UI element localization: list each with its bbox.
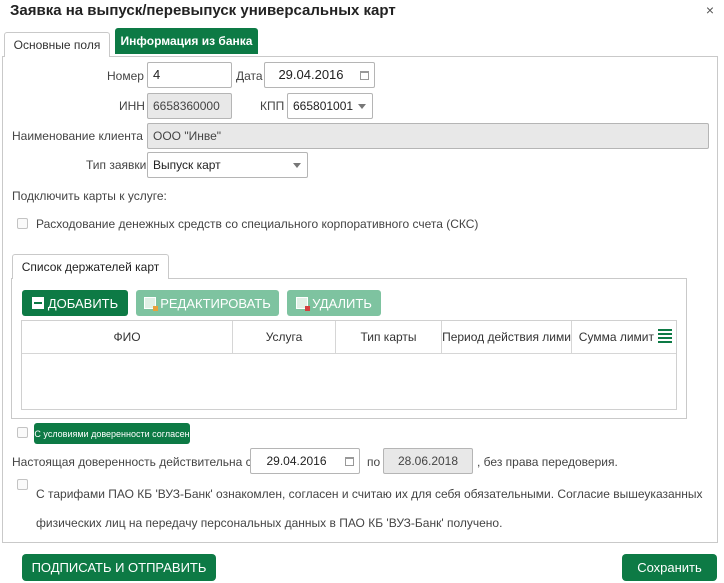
sign-and-send-button[interactable]: ПОДПИСАТЬ И ОТПРАВИТЬ <box>22 554 216 581</box>
tab-bank-info[interactable]: Информация из банка <box>115 28 258 54</box>
delete-button[interactable]: УДАЛИТЬ <box>287 290 381 316</box>
delete-icon <box>296 297 311 311</box>
tariffs-text-line2: физических лиц на передачу персональных … <box>36 516 503 530</box>
conditions-agree-button[interactable]: С условиями доверенности согласен <box>34 423 190 444</box>
kpp-value: 665801001 <box>293 99 354 113</box>
attorney-suffix: , без права передоверия. <box>477 455 618 469</box>
close-icon[interactable]: × <box>703 2 717 18</box>
column-header-limit-sum[interactable]: Сумма лимит <box>572 321 654 353</box>
column-menu-icon[interactable] <box>658 329 672 343</box>
tab-main-fields[interactable]: Основные поля <box>4 32 110 57</box>
conditions-checkbox[interactable] <box>17 427 28 438</box>
holders-table: ФИО Услуга Тип карты Период действия лим… <box>21 320 677 410</box>
column-header-fio[interactable]: ФИО <box>22 321 233 353</box>
inn-label: ИНН <box>119 99 145 113</box>
inn-input: 6658360000 <box>147 93 232 119</box>
date-value: 29.04.2016 <box>278 67 344 82</box>
kpp-select[interactable]: 665801001 <box>287 93 373 119</box>
number-label: Номер <box>107 69 144 83</box>
date-input[interactable]: 29.04.2016 <box>264 62 375 88</box>
edit-icon <box>144 297 159 311</box>
tariffs-checkbox[interactable] <box>17 479 28 490</box>
column-header-service[interactable]: Услуга <box>233 321 336 353</box>
number-input[interactable]: 4 <box>147 62 232 88</box>
connect-label: Подключить карты к услуге: <box>12 189 167 203</box>
client-label: Наименование клиента <box>12 129 143 143</box>
calendar-icon[interactable] <box>354 63 374 87</box>
edit-button[interactable]: РЕДАКТИРОВАТЬ <box>136 290 279 316</box>
column-header-limit-period[interactable]: Период действия лими <box>442 321 572 353</box>
tariffs-text-line1: С тарифами ПАО КБ 'ВУЗ-Банк' ознакомлен,… <box>36 487 703 501</box>
date-label: Дата <box>236 69 263 83</box>
chevron-down-icon[interactable] <box>287 153 307 177</box>
header-divider <box>22 353 676 354</box>
attorney-to-date: 28.06.2018 <box>383 448 473 474</box>
column-header-card-type[interactable]: Тип карты <box>336 321 442 353</box>
kpp-label: КПП <box>260 99 285 113</box>
request-type-value: Выпуск карт <box>153 158 221 172</box>
attorney-from-value: 29.04.2016 <box>266 454 327 468</box>
sks-label: Расходование денежных средств со специал… <box>36 217 479 231</box>
request-type-select[interactable]: Выпуск карт <box>147 152 308 178</box>
client-input: ООО "Инве" <box>147 123 709 149</box>
add-button[interactable]: ДОБАВИТЬ <box>22 290 128 316</box>
edit-button-label: РЕДАКТИРОВАТЬ <box>160 295 271 311</box>
tab-card-holders[interactable]: Список держателей карт <box>12 254 169 279</box>
chevron-down-icon[interactable] <box>352 94 372 118</box>
request-type-label: Тип заявки <box>86 158 147 172</box>
calendar-icon[interactable] <box>339 449 359 473</box>
attorney-from-date[interactable]: 29.04.2016 <box>250 448 360 474</box>
sks-checkbox[interactable] <box>17 218 28 229</box>
attorney-to-label: по <box>367 455 381 469</box>
add-button-label: ДОБАВИТЬ <box>47 295 119 311</box>
save-button[interactable]: Сохранить <box>622 554 717 581</box>
delete-button-label: УДАЛИТЬ <box>312 295 372 311</box>
add-icon <box>31 297 44 309</box>
attorney-valid-prefix: Настоящая доверенность действительна с <box>12 455 252 469</box>
dialog-title: Заявка на выпуск/перевыпуск универсальны… <box>10 2 396 19</box>
